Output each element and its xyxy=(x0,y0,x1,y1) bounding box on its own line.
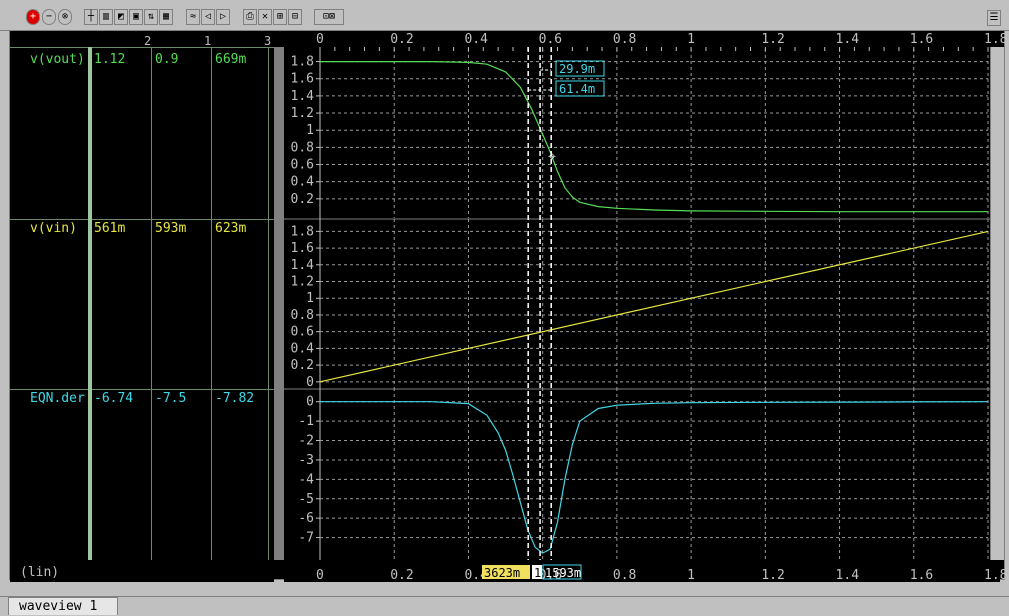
y-tick-label: -7 xyxy=(298,531,314,546)
x-tick-label-top: 0.6 xyxy=(539,32,562,47)
delta-text: 61.4m xyxy=(559,82,595,96)
x-tick-label-bottom: 0.8 xyxy=(613,568,636,583)
y-tick-label: 0.6 xyxy=(291,158,314,173)
x-tick-label-bottom: 1.8 xyxy=(984,568,1007,583)
waveform-plot[interactable]: 000.20.20.40.40.60.60.80.8111.21.21.41.4… xyxy=(0,0,1009,615)
y-tick-label: 1.6 xyxy=(291,72,314,87)
y-tick-label: 1.8 xyxy=(291,224,314,239)
y-tick-label: -1 xyxy=(298,414,314,429)
x-tick-label-top: 1.4 xyxy=(836,32,860,47)
y-tick-label: 1.4 xyxy=(291,258,315,273)
y-tick-label: 1.2 xyxy=(291,106,314,121)
y-tick-label: 0.6 xyxy=(291,325,314,340)
y-tick-label: 0.4 xyxy=(291,175,315,190)
y-tick-label: 0.2 xyxy=(291,192,314,207)
series-line-vvin[interactable] xyxy=(319,230,989,383)
crosshair-icon: ⌖ xyxy=(548,149,556,165)
tab-bar xyxy=(0,596,1009,616)
y-tick-label: 0.8 xyxy=(291,140,314,155)
y-tick-label: 1.8 xyxy=(291,55,314,70)
x-tick-label-bottom: 1.2 xyxy=(761,568,784,583)
y-tick-label: 0 xyxy=(306,395,314,410)
x-tick-label-bottom: 1.6 xyxy=(910,568,933,583)
cursor-tag-text: 1 xyxy=(534,566,541,580)
y-tick-label: 1 xyxy=(306,123,314,138)
y-tick-label: 1.2 xyxy=(291,275,314,290)
tab-waveview[interactable]: waveview 1 xyxy=(8,597,118,615)
series-line-eqnder[interactable] xyxy=(320,401,989,554)
y-tick-label: 0.8 xyxy=(291,308,314,323)
x-tick-label-bottom: 0 xyxy=(316,568,324,583)
y-tick-label: -4 xyxy=(298,472,314,487)
cursor-bottom-labels[interactable]: 3623m 1 1593m xyxy=(482,564,582,580)
x-tick-label-bottom: 1.4 xyxy=(836,568,860,583)
x-tick-label-bottom: 0.2 xyxy=(390,568,413,583)
y-tick-label: 0.2 xyxy=(291,358,314,373)
y-tick-label: -5 xyxy=(298,492,314,507)
x-tick-label-top: 0.8 xyxy=(613,32,636,47)
delta-text: 29.9m xyxy=(559,62,595,76)
y-tick-label: 1.4 xyxy=(291,89,315,104)
x-tick-label-top: 1.2 xyxy=(761,32,784,47)
x-tick-label-top: 0.2 xyxy=(390,32,413,47)
x-tick-label-top: 0 xyxy=(316,32,324,47)
y-tick-label: 0.4 xyxy=(291,341,315,356)
x-tick-label-top: 1.8 xyxy=(984,32,1007,47)
y-tick-label: 0 xyxy=(306,375,314,390)
y-tick-label: 1 xyxy=(306,291,314,306)
x-tick-label-top: 1 xyxy=(687,32,695,47)
x-tick-label-bottom: 1 xyxy=(687,568,695,583)
x-tick-label-top: 0.4 xyxy=(464,32,488,47)
y-tick-label: 1.6 xyxy=(291,241,314,256)
y-tick-label: -6 xyxy=(298,511,314,526)
y-tick-label: -2 xyxy=(298,434,314,449)
cursor-tag-text: 3623m xyxy=(484,566,520,580)
cursor-tag-text: 1593m xyxy=(545,566,581,580)
y-tick-label: -3 xyxy=(298,453,314,468)
x-tick-label-top: 1.6 xyxy=(910,32,933,47)
series-line-vvout[interactable] xyxy=(320,60,988,213)
